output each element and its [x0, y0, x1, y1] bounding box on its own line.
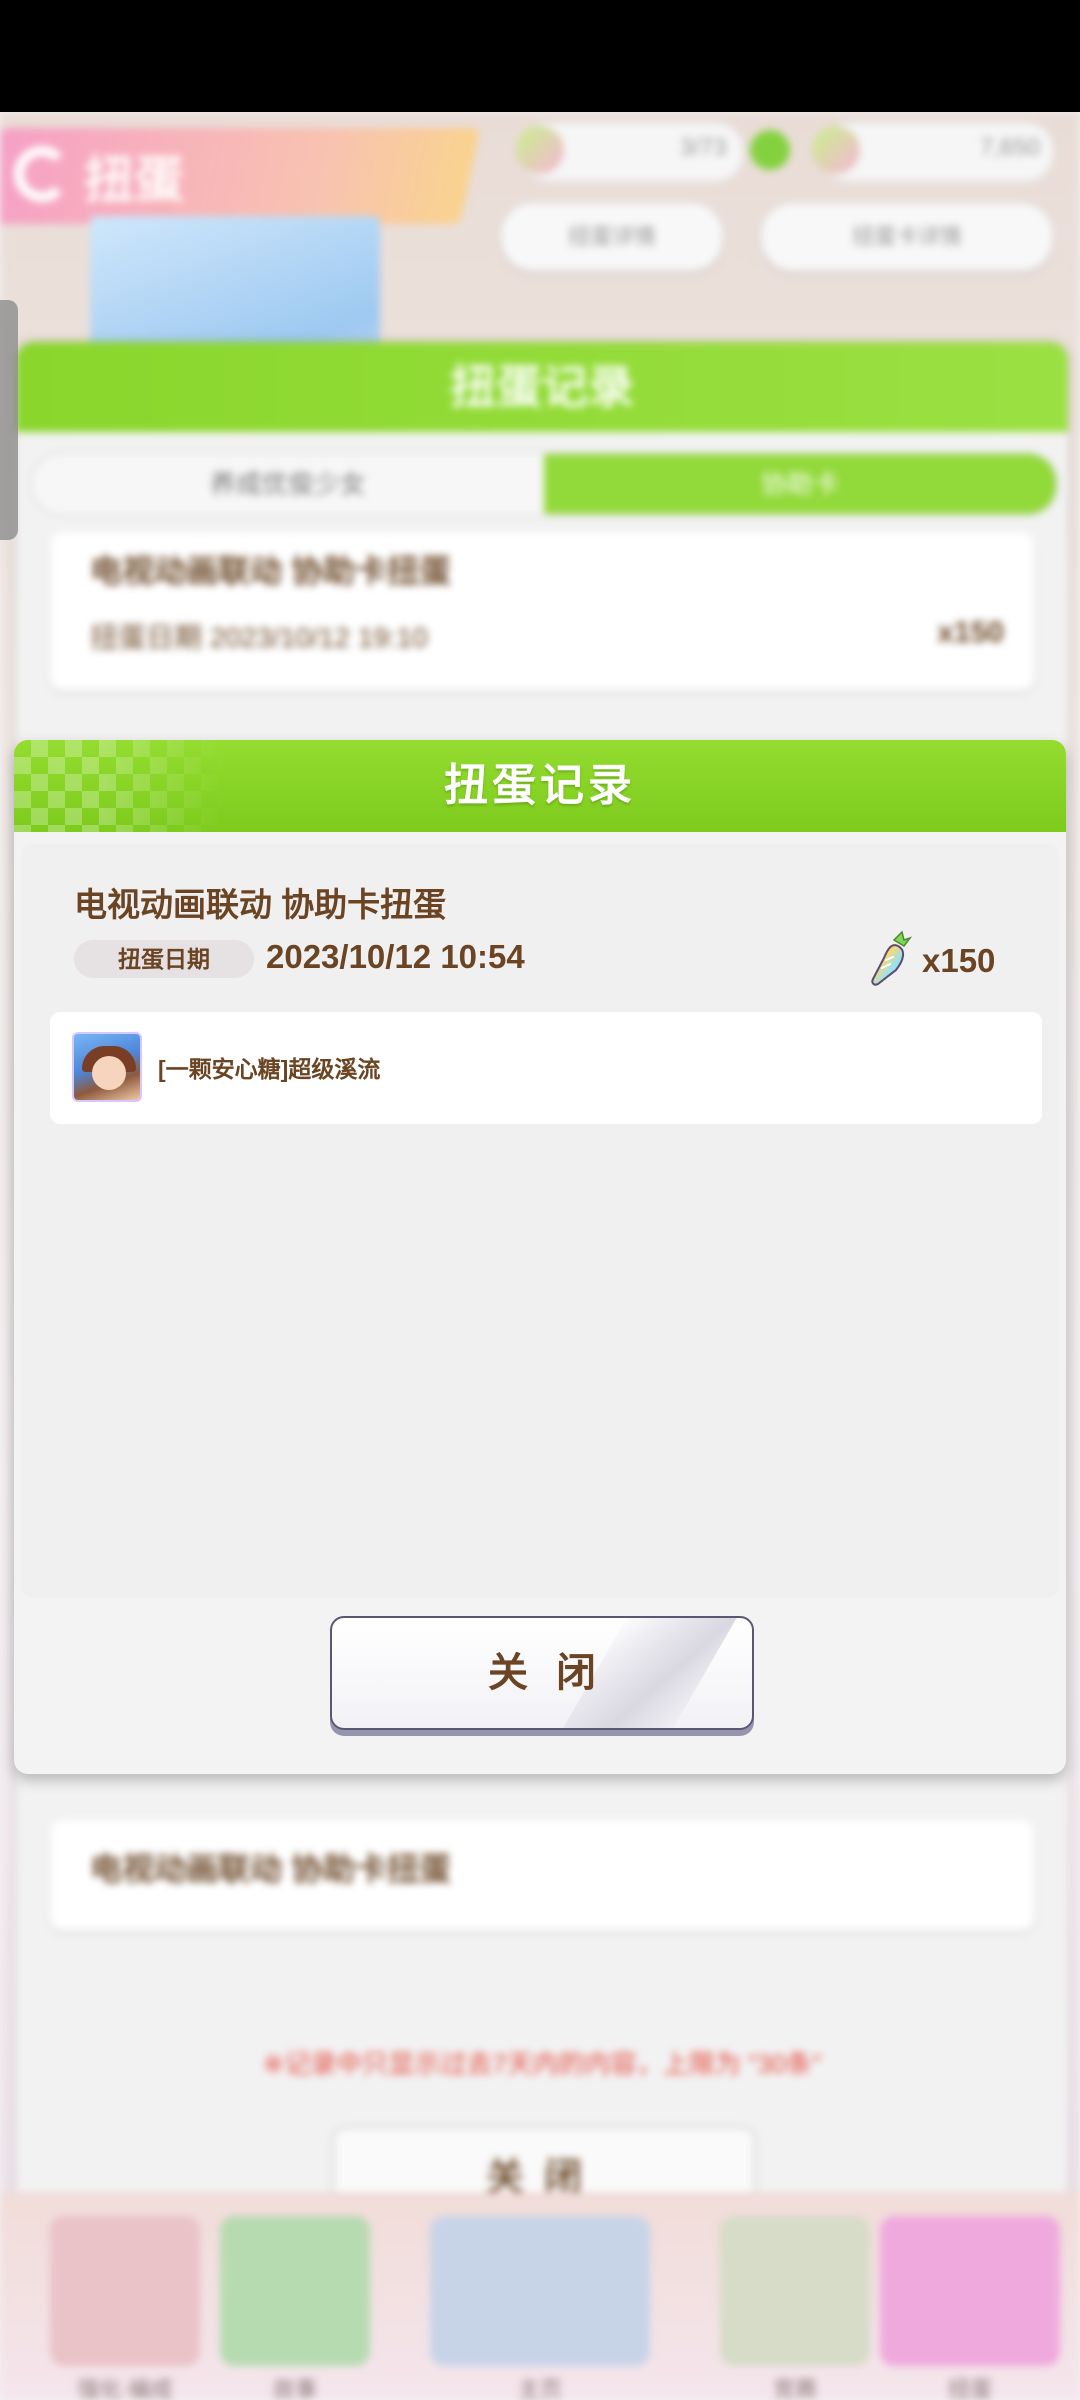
status-bar [0, 0, 1080, 112]
history-card: 电视动画联动 协助卡扭蛋 [50, 1820, 1034, 1930]
card-details-button[interactable]: 扭蛋卡详情 [760, 202, 1054, 272]
dialog-title: 扭蛋记录 [444, 761, 636, 810]
dialog-header: 扭蛋记录 [14, 740, 1066, 832]
currency-value: 3/73 [680, 134, 727, 161]
currency-value: 7,650 [980, 134, 1041, 161]
nav-label: 竞赛 [772, 2377, 817, 2400]
nav-label: 扭蛋 [947, 2377, 992, 2400]
date-label-badge: 扭蛋日期 [74, 940, 254, 978]
jewel-icon [516, 126, 564, 174]
add-currency-button[interactable] [750, 130, 790, 170]
history-card-title: 电视动画联动 协助卡扭蛋 [90, 553, 451, 589]
edge-gesture-handle[interactable] [0, 300, 18, 540]
ticket-icon [812, 126, 860, 174]
carrot-icon [871, 930, 912, 986]
nav-home-icon[interactable] [430, 2216, 650, 2366]
result-list-item[interactable]: [一颗安心糖]超级溪流 [50, 1012, 1042, 1124]
history-card-date: 扭蛋日期 2023/10/12 19:10 [90, 622, 428, 653]
close-button[interactable]: 关闭 [330, 1616, 754, 1730]
gacha-history-dialog: 扭蛋记录 电视动画联动 协助卡扭蛋 扭蛋日期 2023/10/12 10:54 … [14, 740, 1066, 1774]
history-notice: ※记录中只显示过去7天内的内容，上限为 "30条" [262, 2049, 822, 2079]
background-dialog-title: 扭蛋记录 [16, 342, 1068, 432]
nav-story-icon[interactable] [220, 2216, 370, 2366]
thumbnail-face [92, 1056, 126, 1090]
history-card-quantity: x150 [937, 616, 1004, 649]
support-card-thumbnail [72, 1032, 142, 1102]
nav-enhance-icon[interactable] [50, 2216, 200, 2366]
record-quantity: x150 [922, 942, 996, 979]
history-card: 电视动画联动 协助卡扭蛋 扭蛋日期 2023/10/12 19:10 x150 [50, 532, 1034, 690]
nav-race-icon[interactable] [720, 2216, 870, 2366]
nav-gacha-icon[interactable] [880, 2216, 1060, 2366]
nav-label: 主页 [517, 2377, 562, 2400]
bottom-navigation: 强化·编成 故事 主页 竞赛 扭蛋 [0, 2192, 1080, 2400]
tab-umamusume[interactable]: 养成优俊少女 [32, 454, 544, 514]
history-card-title: 电视动画联动 协助卡扭蛋 [90, 1851, 451, 1887]
back-icon[interactable] [14, 146, 70, 202]
support-card-name: [一颗安心糖]超级溪流 [158, 1056, 381, 1082]
background-header-title: 扭蛋 [84, 152, 184, 208]
nav-label: 故事 [272, 2377, 317, 2400]
nav-label: 强化·编成 [77, 2377, 173, 2400]
record-date: 2023/10/12 10:54 [266, 938, 525, 975]
history-tabs: 养成优俊少女 协助卡 [30, 452, 1058, 516]
tab-support-card[interactable]: 协助卡 [544, 454, 1056, 514]
gacha-details-button[interactable]: 扭蛋详情 [500, 202, 724, 272]
record-title: 电视动画联动 协助卡扭蛋 [74, 886, 447, 923]
background-header-banner [0, 128, 481, 224]
close-button-label: 关闭 [488, 1651, 624, 1695]
